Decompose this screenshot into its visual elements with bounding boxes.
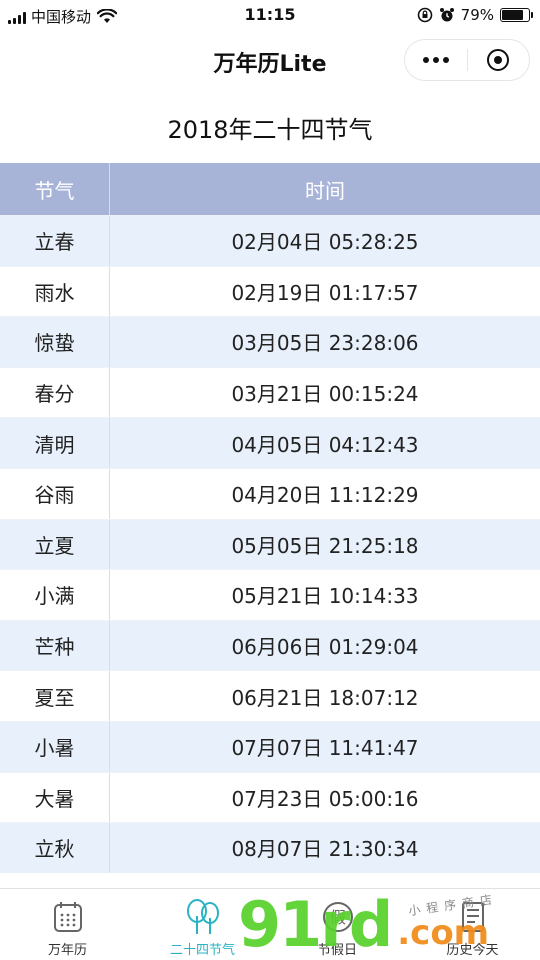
alarm-icon — [439, 7, 455, 23]
solar-term-name: 谷雨 — [0, 468, 110, 519]
book-icon — [453, 897, 493, 937]
solar-term-name: 惊蛰 — [0, 317, 110, 367]
solar-term-time: 05月05日 21:25:18 — [231, 533, 419, 558]
column-header-term: 节气 — [0, 163, 110, 215]
target-icon — [487, 49, 510, 71]
solar-term-name: 立夏 — [0, 519, 110, 570]
solar-term-time: 06月21日 18:07:12 — [231, 685, 419, 710]
table-body: 立春 02月04日 05:28:25 雨水 02月19日 01:17:57 惊蛰 03月0… — [0, 215, 540, 873]
calendar-icon — [48, 897, 88, 937]
status-right: 79% — [417, 6, 533, 24]
solar-term-name: 小暑 — [0, 721, 110, 772]
tab-solar-terms-label: 二十四节气 — [169, 943, 235, 958]
trees-icon — [183, 897, 223, 937]
tab-solar-terms[interactable]: 二十四节气 — [135, 889, 270, 960]
solar-term-time: 07月23日 05:00:16 — [231, 786, 419, 811]
solar-term-name: 立春 — [0, 216, 110, 266]
status-bar: 中国移动 11:15 79% — [0, 0, 540, 34]
table-row: 夏至 06月21日 18:07:12 — [0, 670, 540, 721]
nav-bar: 万年历Lite — [0, 34, 540, 86]
battery-icon — [500, 8, 533, 22]
tab-holidays-label: 节假日 — [317, 943, 357, 958]
tab-history-today[interactable]: 历史今天 — [405, 889, 540, 960]
table-row: 芒种 06月06日 01:29:04 — [0, 619, 540, 671]
tab-holidays[interactable]: 假 节假日 — [270, 889, 405, 960]
table-row: 小满 05月21日 10:14:33 — [0, 569, 540, 620]
table-header: 节气 时间 — [0, 163, 540, 215]
solar-term-time: 02月19日 01:17:57 — [231, 280, 419, 305]
table-row: 小暑 07月07日 11:41:47 — [0, 720, 540, 772]
solar-term-name: 小满 — [0, 570, 110, 620]
more-button[interactable] — [405, 40, 467, 80]
tab-calendar-label: 万年历 — [47, 943, 87, 958]
battery-fill — [502, 10, 523, 20]
svg-text:假: 假 — [329, 908, 345, 927]
table-row: 清明 04月05日 04:12:43 — [0, 417, 540, 468]
solar-term-name: 清明 — [0, 418, 110, 468]
solar-term-time: 07月07日 11:41:47 — [231, 736, 419, 761]
solar-term-name: 立秋 — [0, 823, 110, 873]
holiday-icon: 假 — [318, 897, 358, 937]
solar-term-name: 春分 — [0, 367, 110, 418]
table-row: 立夏 05月05日 21:25:18 — [0, 518, 540, 570]
table-row: 春分 03月21日 00:15:24 — [0, 366, 540, 418]
solar-term-time: 05月21日 10:14:33 — [231, 584, 419, 609]
tab-calendar[interactable]: 万年历 — [0, 889, 135, 960]
table-row: 立秋 08月07日 21:30:34 — [0, 822, 540, 873]
table-row: 谷雨 04月20日 11:12:29 — [0, 467, 540, 519]
solar-term-name: 雨水 — [0, 266, 110, 317]
solar-term-time: 06月06日 01:29:04 — [231, 635, 419, 660]
solar-term-time: 03月21日 00:15:24 — [231, 382, 419, 407]
table-row: 立春 02月04日 05:28:25 — [0, 215, 540, 266]
mini-program-capsule — [404, 39, 530, 81]
solar-term-name: 大暑 — [0, 772, 110, 823]
solar-term-time: 08月07日 21:30:34 — [231, 837, 419, 862]
solar-term-name: 芒种 — [0, 620, 110, 671]
solar-term-name: 夏至 — [0, 671, 110, 721]
battery-percent: 79% — [460, 6, 494, 24]
close-mini-program-button[interactable] — [468, 40, 530, 80]
solar-term-time: 02月04日 05:28:25 — [231, 230, 419, 255]
solar-term-time: 04月05日 04:12:43 — [231, 432, 419, 457]
more-dots-icon — [422, 57, 449, 63]
column-header-time: 时间 — [305, 178, 345, 203]
solar-term-time: 04月20日 11:12:29 — [231, 483, 419, 508]
table-row: 雨水 02月19日 01:17:57 — [0, 265, 540, 317]
table-row: 惊蛰 03月05日 23:28:06 — [0, 316, 540, 367]
tab-bar: 万年历 二十四节气 假 节假日 历史今天 — [0, 888, 540, 960]
table-row: 大暑 07月23日 05:00:16 — [0, 771, 540, 823]
solar-term-time: 03月05日 23:28:06 — [231, 331, 419, 356]
rotation-lock-icon — [417, 7, 433, 23]
solar-terms-table: 节气 时间 立春 02月04日 05:28:25 雨水 02月19日 01:17:57… — [0, 163, 540, 873]
page-heading: 2018年二十四节气 — [167, 116, 373, 144]
tab-history-today-label: 历史今天 — [446, 943, 499, 958]
